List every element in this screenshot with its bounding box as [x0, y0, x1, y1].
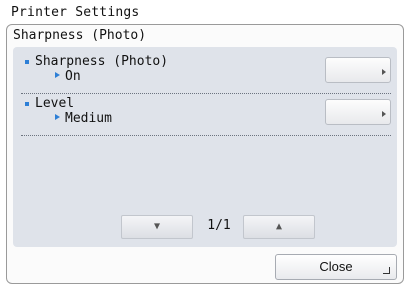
- setting-value-text: Medium: [65, 111, 112, 126]
- sharpness-edit-button[interactable]: [325, 57, 391, 83]
- page-down-button[interactable]: ▼: [121, 215, 193, 239]
- setting-value: On: [55, 69, 81, 84]
- pointer-icon: [55, 72, 60, 78]
- setting-value: Medium: [55, 111, 112, 126]
- page-up-button[interactable]: ▲: [243, 215, 315, 239]
- pointer-icon: [55, 114, 60, 120]
- page-indicator: 1/1: [207, 218, 231, 233]
- setting-value-text: On: [65, 69, 81, 84]
- chevron-right-icon: [382, 111, 386, 117]
- window-title: Printer Settings: [11, 5, 140, 20]
- setting-label: Sharpness (Photo): [35, 54, 169, 69]
- level-edit-button[interactable]: [325, 99, 391, 125]
- close-button[interactable]: Close: [275, 254, 397, 280]
- settings-dialog: Sharpness (Photo) Sharpness (Photo) On L…: [6, 24, 404, 284]
- return-corner-icon: [383, 267, 390, 274]
- setting-row-sharpness: Sharpness (Photo) On: [21, 53, 391, 94]
- chevron-right-icon: [382, 69, 386, 75]
- settings-panel: Sharpness (Photo) On Level Medium ▼ 1/1: [13, 47, 397, 247]
- bullet-icon: [25, 102, 29, 106]
- dialog-title: Sharpness (Photo): [13, 28, 147, 43]
- down-arrow-icon: ▼: [153, 221, 161, 232]
- setting-row-level: Level Medium: [21, 95, 391, 136]
- bullet-icon: [25, 60, 29, 64]
- up-arrow-icon: ▲: [275, 221, 283, 232]
- close-button-label: Close: [319, 259, 353, 274]
- setting-label: Level: [35, 96, 75, 111]
